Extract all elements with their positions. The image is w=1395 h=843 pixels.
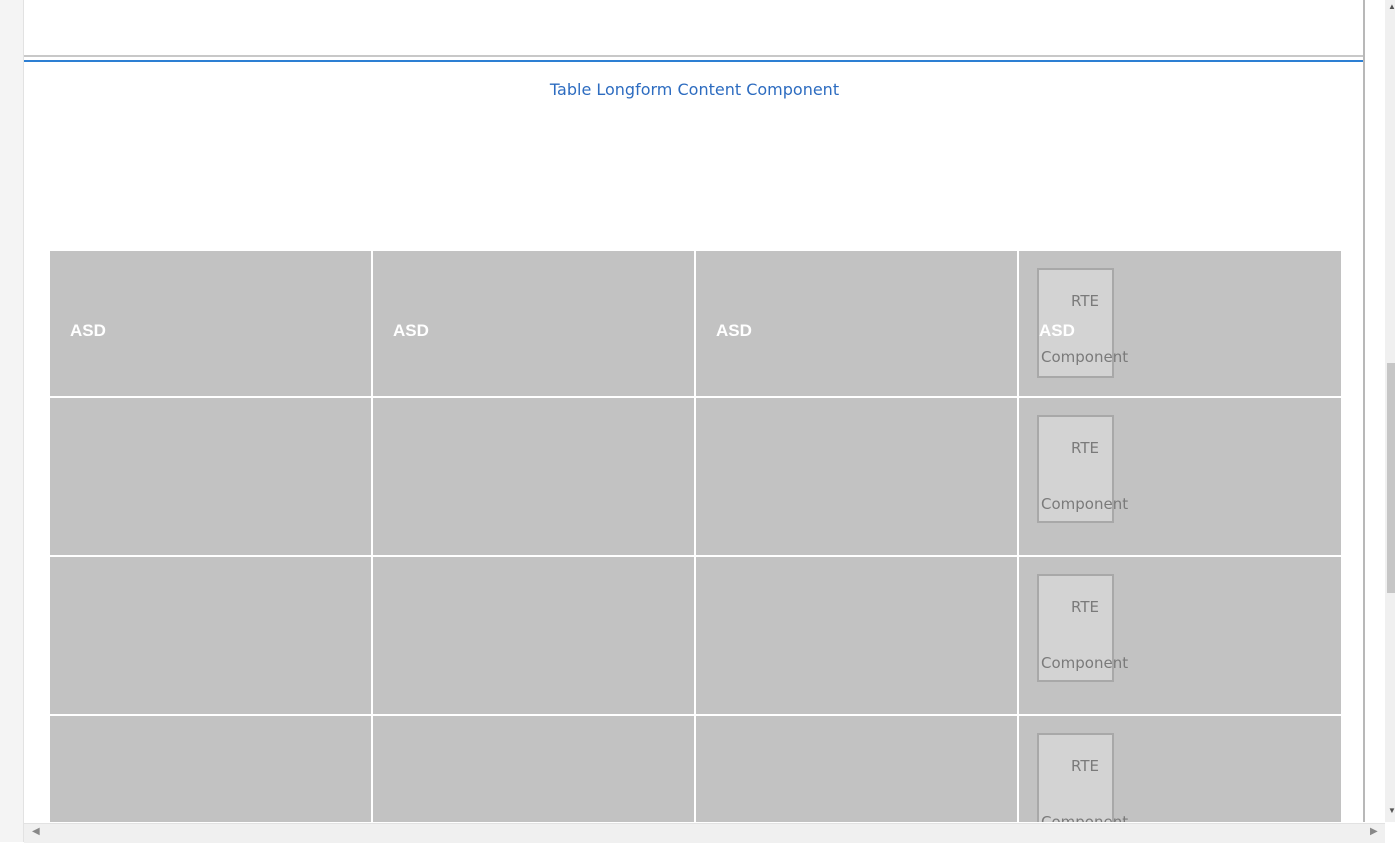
table-cell[interactable]: [373, 398, 694, 555]
table-cell[interactable]: [50, 398, 371, 555]
component-label: Component: [1041, 813, 1129, 822]
component-label: Component: [1041, 348, 1129, 366]
top-divider: [24, 55, 1363, 57]
editor-canvas: Table Longform Content Component ASD ASD…: [24, 0, 1365, 822]
table-cell[interactable]: [373, 716, 694, 822]
component-title[interactable]: Table Longform Content Component: [24, 80, 1363, 99]
table-cell[interactable]: [50, 557, 371, 714]
table-header-cell[interactable]: ASD: [696, 251, 1017, 396]
table-cell[interactable]: [696, 398, 1017, 555]
scroll-down-icon[interactable]: ▼: [1388, 806, 1395, 815]
rte-component-placeholder[interactable]: RTE Component: [1037, 733, 1128, 822]
rte-label: RTE: [1071, 292, 1099, 310]
table-cell[interactable]: [373, 557, 694, 714]
table-cell[interactable]: [696, 557, 1017, 714]
horizontal-scrollbar[interactable]: [24, 823, 1385, 843]
left-gutter: [0, 0, 24, 842]
scroll-left-icon[interactable]: ◀: [32, 826, 40, 837]
scroll-right-icon[interactable]: ▶: [1370, 826, 1378, 837]
vertical-scrollbar-thumb[interactable]: [1387, 363, 1395, 593]
header-label: ASD: [393, 321, 429, 340]
component-label: Component: [1041, 495, 1129, 513]
rte-component-placeholder[interactable]: RTE Component: [1037, 415, 1128, 523]
table-cell[interactable]: RTE Component: [1019, 557, 1341, 714]
content-table: ASD ASD ASD RTE Component ASD RTE Compon…: [50, 251, 1341, 822]
header-label: ASD: [70, 321, 106, 340]
rte-label: RTE: [1071, 598, 1099, 616]
header-label: ASD: [716, 321, 752, 340]
rte-label: RTE: [1071, 757, 1099, 775]
component-label: Component: [1041, 654, 1129, 672]
table-header-cell[interactable]: RTE Component ASD: [1019, 251, 1341, 396]
table-cell[interactable]: RTE Component: [1019, 716, 1341, 822]
table-cell[interactable]: RTE Component: [1019, 398, 1341, 555]
table-header-cell[interactable]: ASD: [50, 251, 371, 396]
scroll-up-icon[interactable]: ▲: [1388, 2, 1395, 11]
header-label: ASD: [1039, 321, 1075, 340]
table-cell[interactable]: [696, 716, 1017, 822]
table-cell[interactable]: [50, 716, 371, 822]
rte-label: RTE: [1071, 439, 1099, 457]
table-header-cell[interactable]: ASD: [373, 251, 694, 396]
rte-component-placeholder[interactable]: RTE Component: [1037, 574, 1128, 682]
